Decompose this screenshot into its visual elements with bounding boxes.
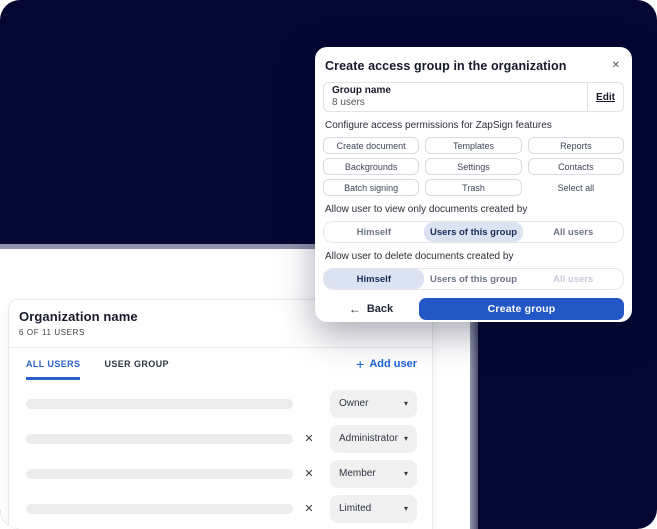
create-group-button[interactable]: Create group bbox=[419, 298, 624, 320]
arrow-left-icon: ← bbox=[348, 302, 361, 316]
tab-user-group[interactable]: USER GROUP bbox=[104, 348, 169, 380]
back-label: Back bbox=[366, 303, 394, 315]
permission-chip-settings[interactable]: Settings bbox=[425, 158, 522, 175]
permission-chip-trash[interactable]: Trash bbox=[425, 179, 522, 196]
role-dropdown[interactable]: Owner ▾ bbox=[330, 389, 417, 418]
permission-chip-contacts[interactable]: Contacts bbox=[527, 158, 624, 175]
user-placeholder-bar bbox=[26, 468, 293, 479]
caret-down-icon: ▾ bbox=[403, 469, 408, 478]
caret-down-icon: ▾ bbox=[403, 504, 408, 513]
permission-chip-templates[interactable]: Templates bbox=[425, 137, 522, 154]
add-user-label: Add user bbox=[369, 358, 417, 370]
permission-chip-batch-signing[interactable]: Batch signing bbox=[323, 179, 420, 196]
modal-title: Create access group in the organization bbox=[325, 59, 567, 73]
user-row: Owner ▾ bbox=[26, 386, 417, 421]
permissions-grid: Create document Templates Reports Backgr… bbox=[323, 137, 624, 196]
tab-all-users[interactable]: ALL USERS bbox=[26, 348, 81, 380]
remove-user-icon[interactable]: ✕ bbox=[301, 432, 317, 445]
group-name-label: Group name bbox=[332, 85, 391, 96]
delete-option-himself[interactable]: Himself bbox=[324, 269, 424, 289]
permission-chip-create-document[interactable]: Create document bbox=[323, 137, 420, 154]
remove-user-icon[interactable]: ✕ bbox=[301, 467, 317, 480]
role-label: Administrator bbox=[339, 433, 398, 444]
group-name-value: 8 users bbox=[332, 97, 365, 108]
user-row: ✕ Limited ▾ bbox=[26, 491, 417, 526]
role-dropdown[interactable]: Administrator ▾ bbox=[330, 424, 417, 453]
user-list: Owner ▾ ✕ Administrator ▾ ✕ Member ▾ ✕ L… bbox=[9, 380, 432, 526]
view-option-all-users[interactable]: All users bbox=[523, 222, 623, 242]
permission-chip-reports[interactable]: Reports bbox=[527, 137, 624, 154]
modal-header: Create access group in the organization … bbox=[323, 57, 624, 73]
user-row: ✕ Member ▾ bbox=[26, 456, 417, 491]
remove-user-icon[interactable]: ✕ bbox=[301, 502, 317, 515]
delete-permission-label: Allow user to delete documents created b… bbox=[325, 251, 514, 262]
hero-canvas: Organization name 6 OF 11 USERS ALL USER… bbox=[0, 0, 657, 529]
close-icon[interactable]: ✕ bbox=[610, 59, 622, 73]
delete-permission-segmented-control: Himself Users of this group All users bbox=[323, 268, 624, 290]
user-row: ✕ Administrator ▾ bbox=[26, 421, 417, 456]
view-option-users-of-this-group[interactable]: Users of this group bbox=[423, 222, 524, 242]
organization-panel: Organization name 6 OF 11 USERS ALL USER… bbox=[8, 299, 433, 529]
create-access-group-modal: Create access group in the organization … bbox=[315, 47, 632, 322]
user-placeholder-bar bbox=[26, 503, 293, 514]
modal-footer: ← Back Create group bbox=[323, 298, 624, 320]
back-button[interactable]: ← Back bbox=[323, 302, 419, 316]
role-dropdown[interactable]: Limited ▾ bbox=[330, 494, 417, 523]
role-label: Owner bbox=[339, 398, 369, 409]
view-permission-label: Allow user to view only documents create… bbox=[325, 204, 528, 215]
view-permission-segmented-control: Himself Users of this group All users bbox=[323, 221, 624, 243]
permission-chip-backgrounds[interactable]: Backgrounds bbox=[323, 158, 420, 175]
plus-icon: + bbox=[356, 355, 365, 372]
user-placeholder-bar bbox=[26, 433, 293, 444]
caret-down-icon: ▾ bbox=[403, 434, 408, 443]
delete-option-all-users: All users bbox=[553, 273, 594, 285]
group-name-box: Group name 8 users Edit bbox=[323, 82, 624, 112]
role-dropdown[interactable]: Member ▾ bbox=[330, 459, 417, 488]
user-placeholder-bar bbox=[26, 398, 293, 409]
add-user-button[interactable]: + Add user bbox=[356, 348, 417, 380]
group-name-field: Group name 8 users bbox=[324, 83, 587, 111]
delete-option-users-of-this-group[interactable]: Users of this group bbox=[424, 269, 524, 289]
view-option-himself[interactable]: Himself bbox=[324, 222, 424, 242]
panel-tabs: ALL USERS USER GROUP + Add user bbox=[9, 348, 432, 380]
role-label: Limited bbox=[339, 503, 372, 514]
select-all-button[interactable]: Select all bbox=[527, 179, 624, 196]
configure-permissions-label: Configure access permissions for ZapSign… bbox=[325, 120, 552, 131]
edit-button[interactable]: Edit bbox=[587, 83, 623, 111]
caret-down-icon: ▾ bbox=[403, 399, 408, 408]
users-count-label: 6 OF 11 USERS bbox=[19, 328, 85, 337]
role-label: Member bbox=[339, 468, 376, 479]
